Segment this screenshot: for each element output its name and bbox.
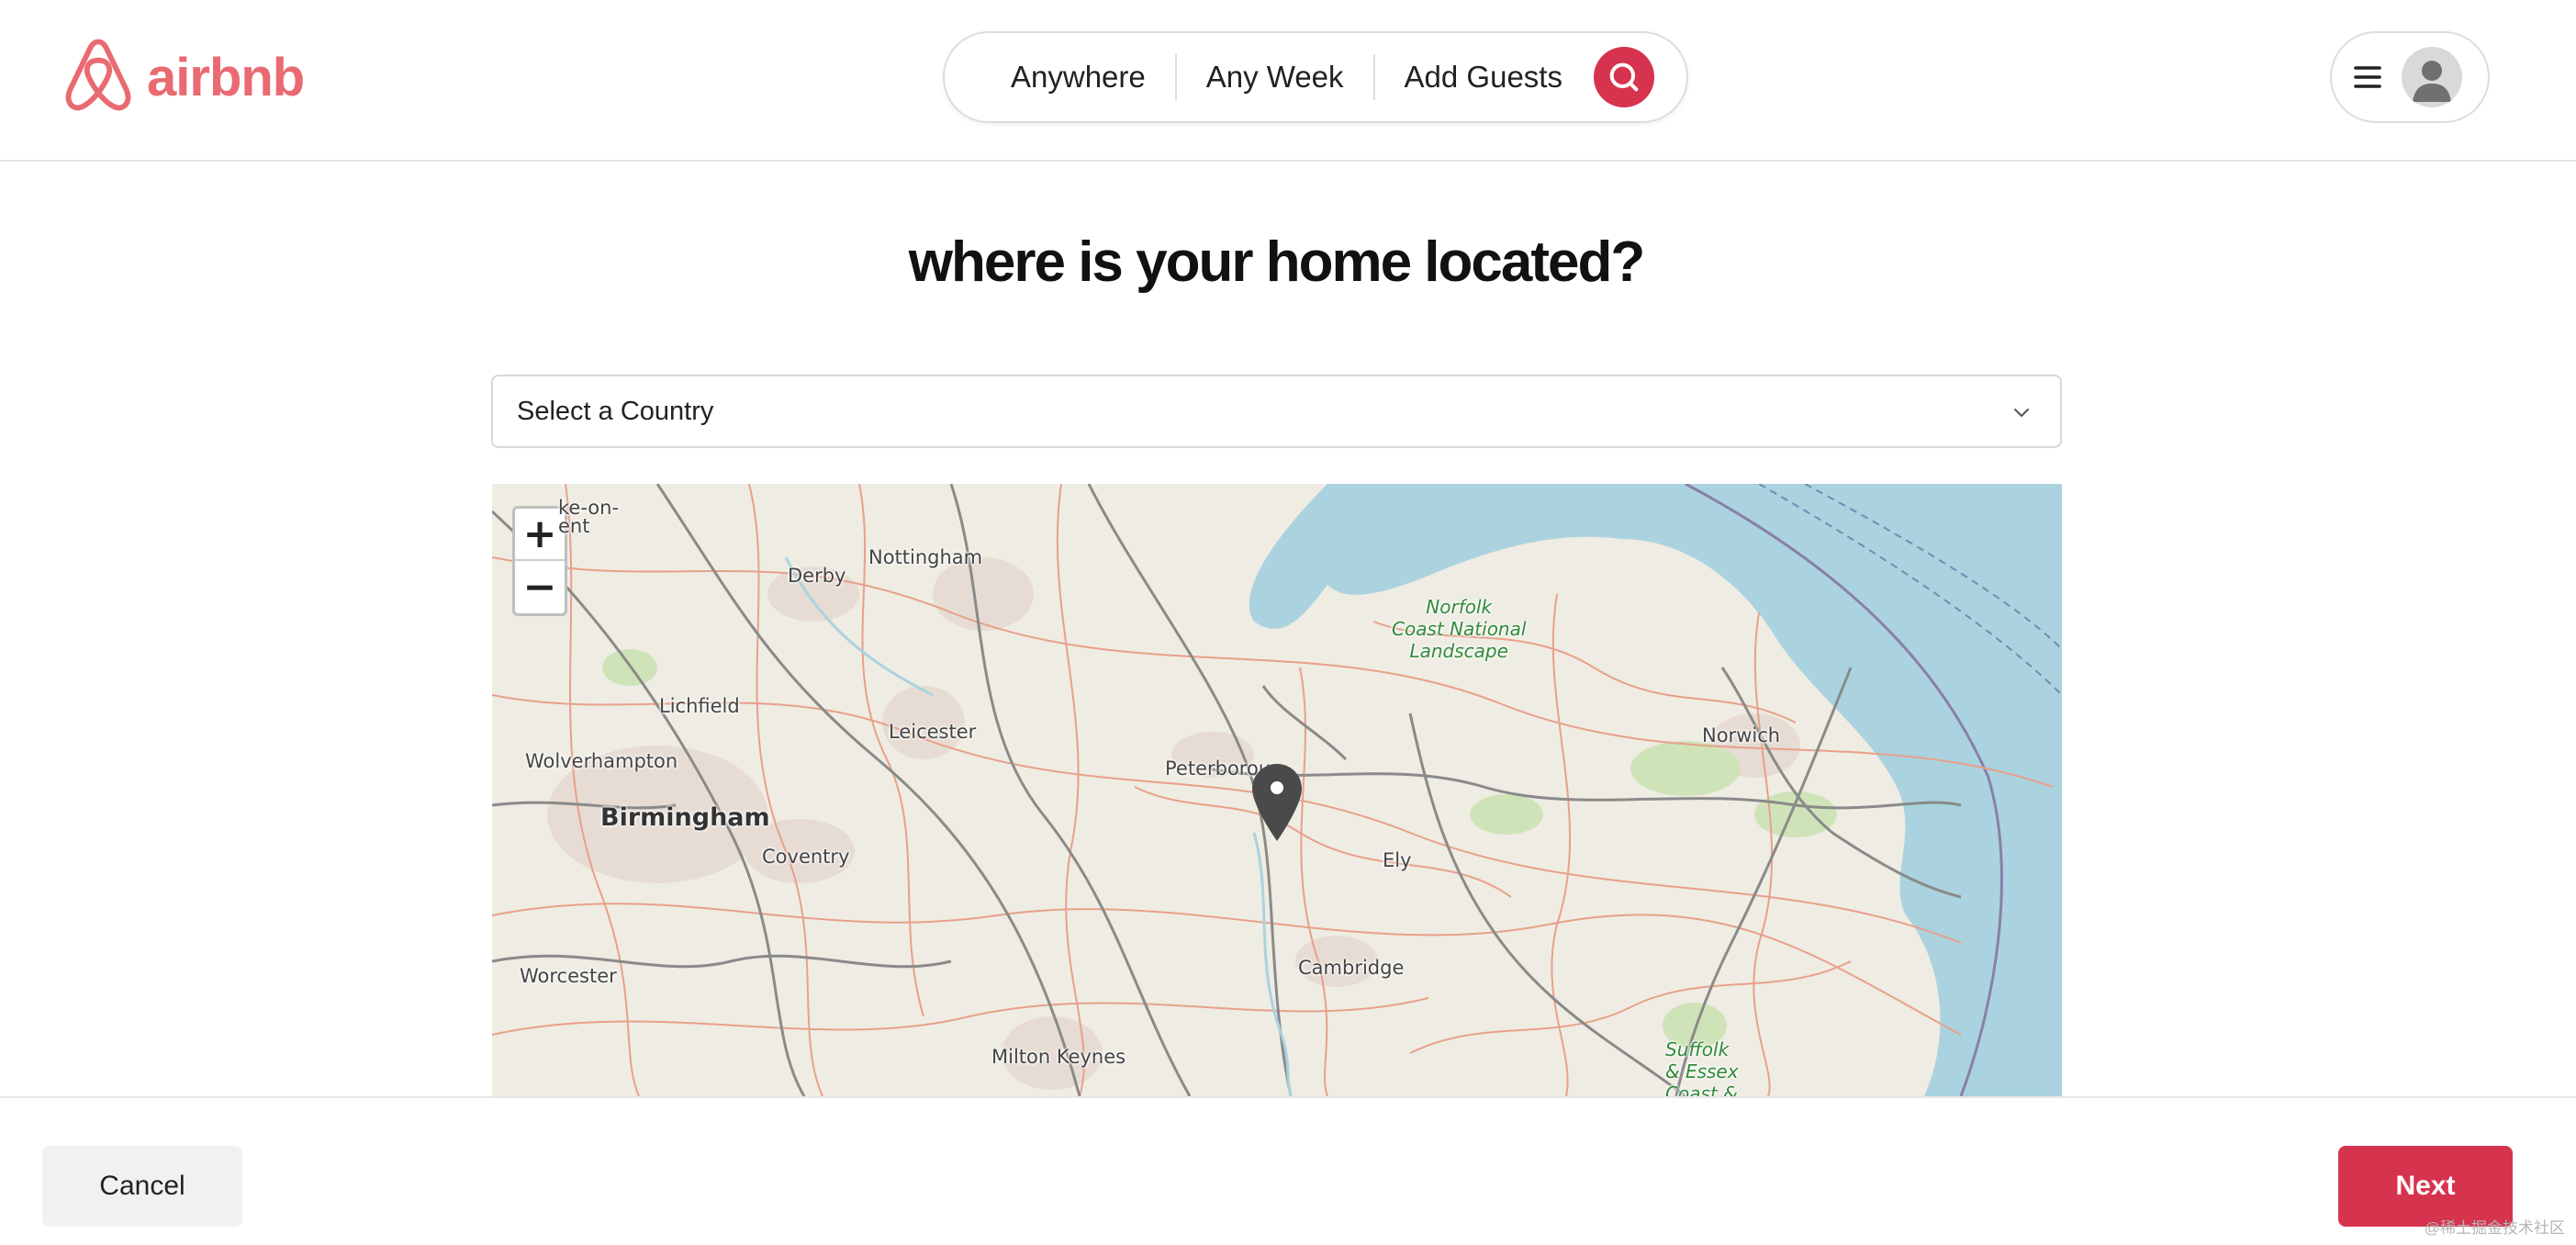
map-pin-icon[interactable] [1250, 762, 1304, 843]
map-label-birmingham: Birmingham [600, 803, 770, 832]
search-icon [1609, 62, 1639, 92]
search-when-button[interactable]: Any Week [1177, 31, 1373, 123]
watermark: @稀土掘金技术社区 [2424, 1219, 2565, 1237]
search-submit-button[interactable] [1593, 47, 1654, 107]
search-bar[interactable]: Anywhere Any Week Add Guests [943, 31, 1688, 123]
map-label-norfolk-coast: Norfolk Coast National Landscape [1392, 596, 1527, 662]
map-label-wolverhampton: Wolverhampton [525, 750, 678, 772]
user-avatar-icon [2413, 61, 2451, 102]
user-menu-button[interactable] [2330, 31, 2490, 123]
map-label-suffolk-coast: Suffolk & Essex Coast & [1665, 1038, 1739, 1096]
cancel-button[interactable]: Cancel [42, 1146, 242, 1227]
top-navigation-bar: airbnb Anywhere Any Week Add Guests [0, 0, 2576, 162]
airbnb-logo[interactable]: airbnb [62, 39, 305, 116]
footer-action-bar: Cancel Next @稀土掘金技术社区 [0, 1096, 2576, 1245]
map-label-cambridge: Cambridge [1298, 957, 1405, 979]
location-map[interactable]: + − ke-on- ent Derby Nottingham Lichfiel… [492, 484, 2062, 1096]
airbnb-belo-icon [65, 39, 131, 111]
page-title: where is your home located? [908, 230, 1645, 294]
map-label-worcester: Worcester [520, 965, 617, 987]
map-label-lichfield: Lichfield [659, 695, 740, 717]
chevron-down-icon [2014, 409, 2029, 417]
search-where-button[interactable]: Anywhere [945, 31, 1175, 123]
search-guests-button[interactable]: Add Guests [1375, 31, 1592, 123]
zoom-in-button[interactable]: + [515, 509, 565, 561]
map-label-coventry: Coventry [762, 846, 850, 868]
map-label-norwich: Norwich [1702, 724, 1781, 746]
map-label-milton-keynes: Milton Keynes [991, 1046, 1126, 1068]
map-label-ely: Ely [1383, 849, 1412, 871]
zoom-out-button[interactable]: − [515, 561, 565, 613]
country-select-value: Select a Country [517, 396, 714, 426]
map-label-derby: Derby [788, 565, 846, 587]
map-label-leicester: Leicester [889, 721, 977, 743]
country-select[interactable]: Select a Country [491, 375, 2062, 448]
brand-wordmark: airbnb [147, 47, 305, 107]
hamburger-menu-icon [2354, 66, 2381, 88]
avatar [2402, 47, 2462, 107]
map-label-nottingham: Nottingham [868, 546, 983, 568]
map-label-stoke: ke-on- ent [558, 497, 620, 537]
